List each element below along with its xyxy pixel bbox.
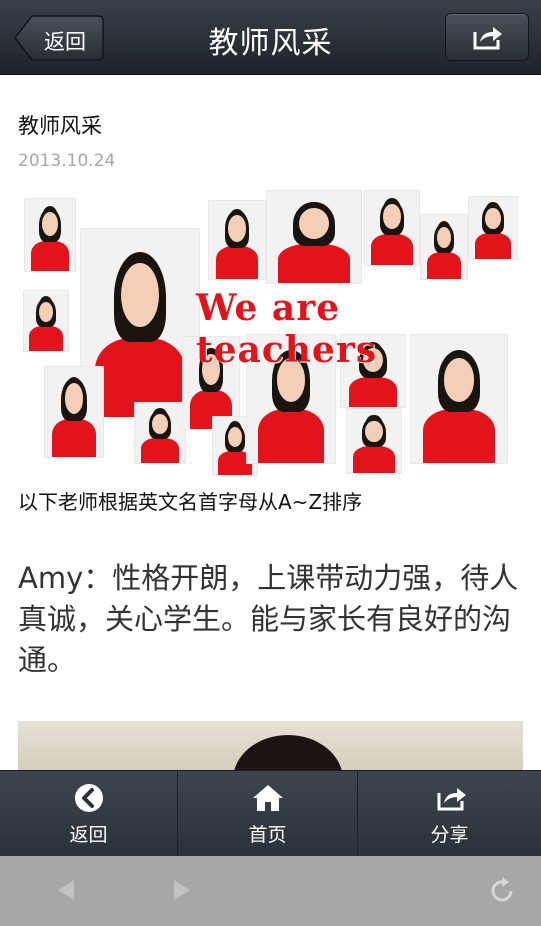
home-icon	[253, 785, 283, 811]
share-icon	[437, 788, 466, 811]
tab-share[interactable]: 分享	[358, 771, 541, 857]
teacher-photo	[44, 366, 104, 458]
teacher-photo	[208, 200, 266, 280]
tab-share-label: 分享	[430, 824, 469, 846]
tab-back-label: 返回	[69, 824, 108, 846]
teacher-photo	[420, 214, 468, 280]
teacher-photo	[364, 190, 420, 266]
share-icon	[473, 27, 502, 50]
teacher-photo	[23, 290, 69, 352]
tab-home-label: 首页	[248, 824, 287, 846]
browser-toolbar	[0, 856, 541, 926]
article-date: 2013.10.24	[18, 151, 116, 171]
browser-forward-icon[interactable]	[172, 878, 192, 902]
intro-text: 以下老师根据英文名首字母从A~Z排序	[18, 490, 363, 514]
collage-banner-text: We are teachers	[196, 287, 378, 371]
browser-back-icon[interactable]	[56, 878, 76, 902]
teachers-collage-image: We are teachers	[18, 186, 521, 476]
teacher-photo	[468, 196, 518, 260]
bottom-tab-bar: 返回 首页 分享	[0, 770, 541, 857]
teacher-description-amy: Amy：性格开朗，上课带动力强，待人真诚，关心学生。能与家长有良好的沟通。	[18, 561, 519, 677]
teacher-photo	[24, 198, 76, 272]
share-button[interactable]	[445, 13, 529, 61]
reload-icon[interactable]	[490, 876, 516, 904]
article-title: 教师风采	[18, 114, 102, 138]
teacher-photo	[346, 408, 402, 474]
top-nav-bar: 返回 教师风采	[0, 0, 541, 75]
teacher-photo	[134, 402, 186, 464]
back-circle-icon	[75, 784, 103, 812]
teacher-photo	[266, 190, 362, 284]
tab-home[interactable]: 首页	[178, 771, 358, 857]
tab-back[interactable]: 返回	[0, 771, 178, 857]
